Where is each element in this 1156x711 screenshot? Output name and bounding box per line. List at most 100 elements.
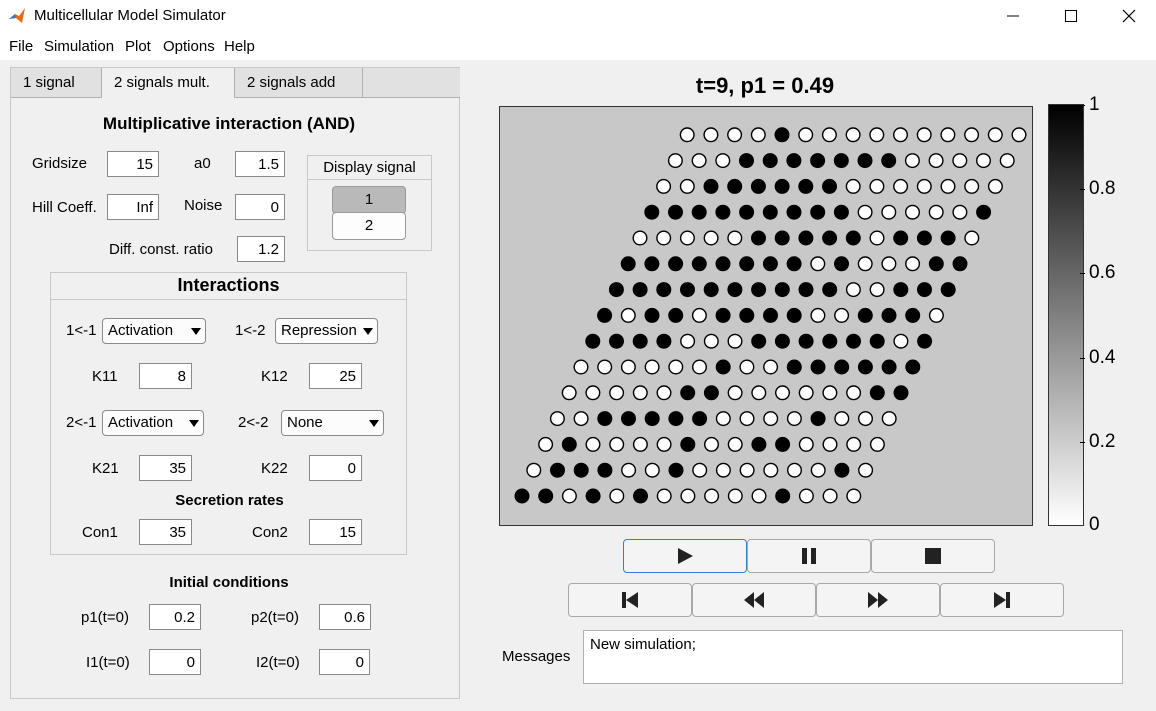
p1-initial-input[interactable]: 0.2 xyxy=(149,604,201,630)
pause-button[interactable] xyxy=(747,539,871,573)
cell-marker xyxy=(845,127,861,143)
colorbar-tick-label: 0.2 xyxy=(1089,431,1116,452)
maximize-button[interactable] xyxy=(1042,0,1100,32)
stop-button[interactable] xyxy=(871,539,995,573)
colorbar-tick-mark xyxy=(1080,442,1085,443)
interactions-title: Interactions xyxy=(51,273,406,300)
cell-marker xyxy=(893,333,909,349)
interaction-1-2-value: Repression xyxy=(281,322,357,339)
cell-marker xyxy=(858,462,874,478)
interaction-1-2-dropdown[interactable]: Repression xyxy=(275,318,378,344)
a0-input[interactable]: 1.5 xyxy=(235,151,285,177)
chevron-down-icon xyxy=(189,420,199,427)
interaction-1-1-dropdown[interactable]: Activation xyxy=(102,318,206,344)
cell-marker xyxy=(798,178,814,194)
cell-marker xyxy=(668,307,684,323)
con2-input[interactable]: 15 xyxy=(309,519,362,545)
close-button[interactable] xyxy=(1100,0,1156,32)
skip-to-end-button[interactable] xyxy=(940,583,1064,617)
cell-marker xyxy=(538,436,554,452)
cell-marker xyxy=(952,204,968,220)
colorbar-tick-mark xyxy=(1080,358,1085,359)
cell-marker xyxy=(727,178,743,194)
cell-marker xyxy=(881,359,897,375)
menu-plot[interactable]: Plot xyxy=(125,38,151,55)
cell-marker xyxy=(822,488,838,504)
diff-const-ratio-label: Diff. const. ratio xyxy=(109,241,213,258)
skip-to-start-button[interactable] xyxy=(568,583,692,617)
cell-marker xyxy=(964,127,980,143)
menu-options[interactable]: Options xyxy=(163,38,215,55)
rewind-button[interactable] xyxy=(692,583,816,617)
menu-file[interactable]: File xyxy=(9,38,33,55)
cell-marker xyxy=(822,436,838,452)
interaction-2-2-dropdown[interactable]: None xyxy=(281,410,384,436)
cell-marker xyxy=(715,153,731,169)
noise-label: Noise xyxy=(184,197,223,214)
menu-simulation[interactable]: Simulation xyxy=(44,38,114,55)
chevron-down-icon xyxy=(369,420,379,427)
cell-marker xyxy=(668,462,684,478)
i2-initial-input[interactable]: 0 xyxy=(319,649,370,675)
cell-marker xyxy=(905,256,921,272)
colorbar-tick-label: 0.4 xyxy=(1089,347,1116,368)
menu-help[interactable]: Help xyxy=(224,38,255,55)
cell-marker xyxy=(798,436,814,452)
hill-coeff-input[interactable]: Inf xyxy=(107,194,159,220)
tab-1-signal[interactable]: 1 signal xyxy=(11,68,102,98)
interaction-2-1-dropdown[interactable]: Activation xyxy=(102,410,204,436)
cell-marker xyxy=(738,153,754,169)
display-signal-1-toggle[interactable]: 1 xyxy=(332,186,406,214)
diff-const-ratio-input[interactable]: 1.2 xyxy=(237,236,285,262)
con1-input[interactable]: 35 xyxy=(139,519,192,545)
cell-marker xyxy=(608,282,624,298)
tab-2-signals-add[interactable]: 2 signals add xyxy=(235,68,363,98)
cell-marker xyxy=(763,359,779,375)
gridsize-label: Gridsize xyxy=(32,155,88,172)
cell-marker xyxy=(857,204,873,220)
cell-marker xyxy=(774,178,790,194)
cell-marker xyxy=(822,385,838,401)
maximize-icon xyxy=(1065,10,1077,22)
k21-input[interactable]: 35 xyxy=(139,455,192,481)
cell-marker xyxy=(608,333,624,349)
display-signal-2-toggle[interactable]: 2 xyxy=(332,212,406,240)
fast-forward-button[interactable] xyxy=(816,583,940,617)
cell-marker xyxy=(644,204,660,220)
cell-marker xyxy=(786,411,802,427)
cell-marker xyxy=(715,411,731,427)
cell-marker xyxy=(869,127,885,143)
i1-initial-input[interactable]: 0 xyxy=(149,649,201,675)
cell-marker xyxy=(798,282,814,298)
p2-initial-input[interactable]: 0.6 xyxy=(319,604,371,630)
k11-input[interactable]: 8 xyxy=(139,363,192,389)
cell-marker xyxy=(597,462,613,478)
cell-marker xyxy=(703,385,719,401)
cell-marker xyxy=(514,488,530,504)
cell-marker xyxy=(680,488,696,504)
gridsize-input[interactable]: 15 xyxy=(107,151,159,177)
cell-lattice-svg xyxy=(514,127,1027,504)
messages-box[interactable]: New simulation; xyxy=(583,630,1123,684)
cell-marker xyxy=(810,204,826,220)
cell-marker xyxy=(691,359,707,375)
cell-marker xyxy=(656,178,672,194)
cell-marker xyxy=(822,178,838,194)
cell-marker xyxy=(763,411,779,427)
k12-label: K12 xyxy=(261,368,288,385)
cell-marker xyxy=(680,436,696,452)
cell-marker xyxy=(656,230,672,246)
cell-marker xyxy=(549,411,565,427)
cell-marker xyxy=(810,153,826,169)
k22-input[interactable]: 0 xyxy=(309,455,362,481)
minimize-button[interactable] xyxy=(984,0,1042,32)
play-button[interactable] xyxy=(623,539,747,573)
cell-marker xyxy=(904,153,920,169)
k11-label: K11 xyxy=(92,368,118,385)
cell-marker xyxy=(857,153,873,169)
cell-marker xyxy=(869,230,885,246)
tab-2-signals-mult[interactable]: 2 signals mult. xyxy=(102,68,235,98)
cell-marker xyxy=(703,282,719,298)
k12-input[interactable]: 25 xyxy=(309,363,362,389)
noise-input[interactable]: 0 xyxy=(235,194,285,220)
